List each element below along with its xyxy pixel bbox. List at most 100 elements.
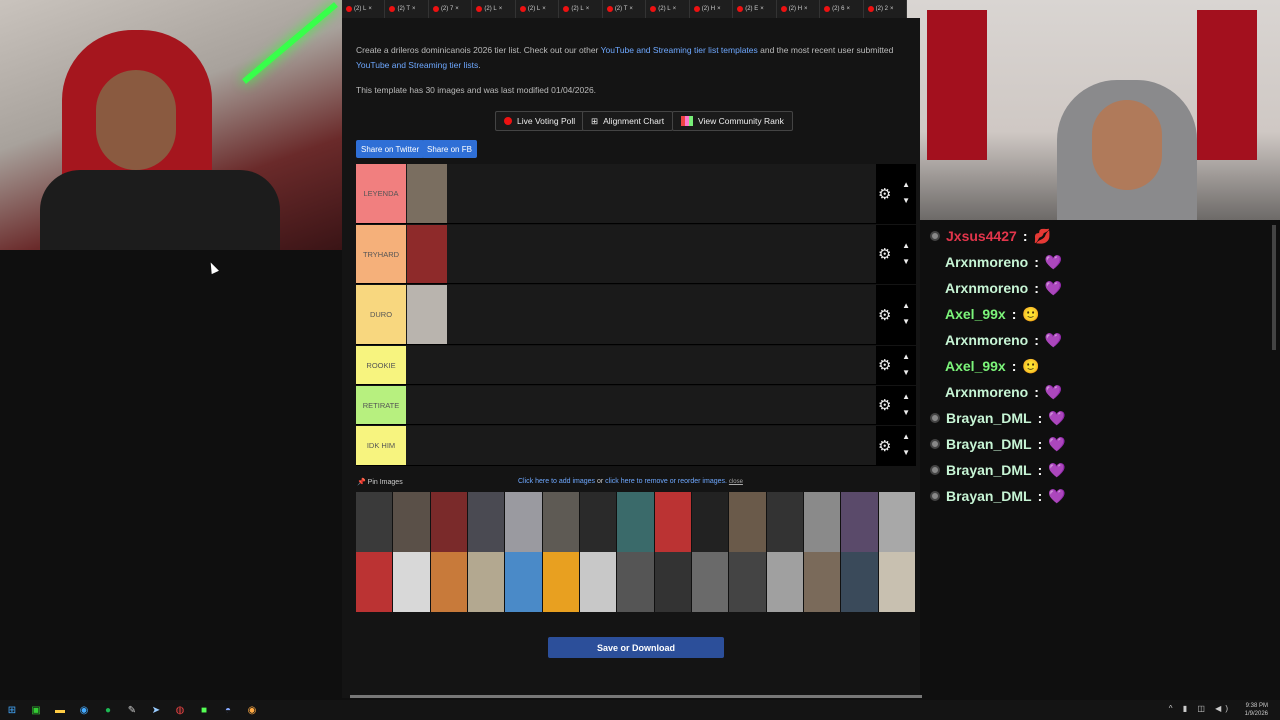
browser-tab[interactable]: (2) 6 ×	[820, 0, 864, 18]
chevron-up-icon[interactable]: ▲	[902, 392, 910, 401]
close-icon[interactable]: ×	[586, 6, 590, 12]
pool-image[interactable]	[505, 492, 543, 552]
tier-row[interactable]: LEYENDA ⚙ ▲ ▼	[356, 164, 916, 224]
tier-label[interactable]: RETIRATE	[356, 386, 406, 424]
pool-image[interactable]	[617, 552, 655, 612]
spotify-icon[interactable]: ●	[96, 700, 120, 720]
pool-image[interactable]	[654, 552, 692, 612]
pool-image[interactable]	[766, 552, 804, 612]
pool-image[interactable]	[467, 552, 506, 612]
pen-icon[interactable]: ✎	[120, 700, 144, 720]
reorder-images-link[interactable]: click here to remove or reorder images.	[605, 478, 727, 485]
close-icon[interactable]: ×	[847, 6, 851, 12]
browser-tab[interactable]: (2) H ×	[777, 0, 821, 18]
terminal-icon[interactable]: ▣	[24, 700, 48, 720]
pool-image[interactable]	[878, 552, 916, 612]
gear-icon[interactable]: ⚙	[878, 306, 891, 324]
user-tierlists-link[interactable]: YouTube and Streaming tier lists	[356, 60, 478, 70]
windows-start-icon[interactable]: ⊞	[0, 700, 24, 720]
gear-icon[interactable]: ⚙	[878, 396, 891, 414]
close-icon[interactable]: ×	[804, 6, 808, 12]
gear-icon[interactable]: ⚙	[878, 437, 891, 455]
app-icon[interactable]: ◍	[168, 700, 192, 720]
tier-row[interactable]: TRYHARD ⚙ ▲ ▼	[356, 225, 916, 284]
tier-image[interactable]	[407, 285, 447, 344]
chevron-down-icon[interactable]: ▼	[902, 368, 910, 377]
browser-icon[interactable]: ◉	[240, 700, 264, 720]
system-tray[interactable]: ^ ▮ ◫ ◀)	[1169, 704, 1232, 713]
alignment-chart-button[interactable]: ⊞ Alignment Chart	[582, 111, 674, 131]
pool-image[interactable]	[467, 492, 506, 552]
close-icon[interactable]: ×	[412, 6, 416, 12]
browser-tab[interactable]: (2) L ×	[472, 0, 516, 18]
browser-tab[interactable]: (2) E ×	[733, 0, 777, 18]
share-fb-button[interactable]: Share on FB	[422, 140, 477, 158]
save-download-button[interactable]: Save or Download	[548, 637, 724, 658]
add-images-link[interactable]: Click here to add images	[518, 478, 595, 485]
browser-tab[interactable]: (2) H ×	[690, 0, 734, 18]
pin-images-toggle[interactable]: 📌 Pin Images	[357, 478, 403, 486]
close-icon[interactable]: ×	[499, 6, 503, 12]
pool-image[interactable]	[393, 552, 431, 612]
pool-image[interactable]	[878, 492, 916, 552]
browser-tab[interactable]: (2) L ×	[559, 0, 603, 18]
pool-image[interactable]	[542, 492, 580, 552]
browser-tab[interactable]: (2) L ×	[342, 0, 386, 18]
pool-image[interactable]	[542, 552, 580, 612]
pool-image[interactable]	[430, 492, 468, 552]
tier-image[interactable]	[407, 164, 447, 223]
chevron-down-icon[interactable]: ▼	[902, 257, 910, 266]
tier-label[interactable]: IDK HIM	[356, 426, 406, 465]
tier-label[interactable]: TRYHARD	[356, 225, 406, 283]
pool-image[interactable]	[691, 552, 730, 612]
tier-label[interactable]: DURO	[356, 285, 406, 344]
tier-row[interactable]: DURO ⚙ ▲ ▼	[356, 285, 916, 345]
pool-image[interactable]	[766, 492, 804, 552]
browser-tab[interactable]: (2) 2 ×	[864, 0, 907, 18]
chevron-up-icon[interactable]: ▲	[902, 301, 910, 310]
close-icon[interactable]: ×	[542, 6, 546, 12]
pool-image[interactable]	[841, 492, 879, 552]
close-icon[interactable]: ×	[455, 6, 459, 12]
pool-image[interactable]	[505, 552, 543, 612]
pool-image[interactable]	[729, 492, 767, 552]
kick-icon[interactable]: ■	[192, 700, 216, 720]
close-icon[interactable]: ×	[717, 6, 721, 12]
share-twitter-button[interactable]: Share on Twitter	[356, 140, 425, 158]
pool-image[interactable]	[803, 552, 842, 612]
chevron-down-icon[interactable]: ▼	[902, 196, 910, 205]
close-icon[interactable]: ×	[673, 6, 677, 12]
browser-tab[interactable]: (2) L ×	[516, 0, 560, 18]
pool-image[interactable]	[356, 552, 394, 612]
browser-tab[interactable]: (2) T ×	[603, 0, 647, 18]
pool-image[interactable]	[579, 492, 618, 552]
browser-tab[interactable]: (2) L ×	[646, 0, 690, 18]
pool-image[interactable]	[729, 552, 767, 612]
pool-image[interactable]	[617, 492, 655, 552]
pool-image[interactable]	[654, 492, 692, 552]
vertical-scrollbar[interactable]	[1272, 225, 1276, 350]
tier-row[interactable]: IDK HIM ⚙ ▲ ▼	[356, 426, 916, 466]
clock[interactable]: 9:38 PM 1/9/2026	[1245, 702, 1268, 718]
folder-icon[interactable]: ▬	[48, 700, 72, 720]
browser-tab[interactable]: (2) T ×	[385, 0, 429, 18]
pool-image[interactable]	[579, 552, 618, 612]
tier-row[interactable]: ROOKIE ⚙ ▲ ▼	[356, 346, 916, 385]
chevron-up-icon[interactable]: ▲	[902, 432, 910, 441]
close-icon[interactable]: ×	[368, 6, 372, 12]
gear-icon[interactable]: ⚙	[878, 356, 891, 374]
chevron-down-icon[interactable]: ▼	[902, 317, 910, 326]
tier-image[interactable]	[407, 225, 447, 283]
pool-image[interactable]	[393, 492, 431, 552]
tier-label[interactable]: ROOKIE	[356, 346, 406, 384]
community-rank-button[interactable]: View Community Rank	[672, 111, 793, 131]
browser-tab[interactable]: (2) 7 ×	[429, 0, 473, 18]
live-voting-poll-button[interactable]: Live Voting Poll	[495, 111, 585, 131]
chevron-up-icon[interactable]: ▲	[902, 180, 910, 189]
youtube-templates-link[interactable]: YouTube and Streaming tier list template…	[601, 45, 758, 55]
chevron-up-icon[interactable]: ▲	[902, 241, 910, 250]
chevron-down-icon[interactable]: ▼	[902, 408, 910, 417]
pool-image[interactable]	[691, 492, 730, 552]
horizontal-scrollbar[interactable]	[350, 695, 922, 698]
tier-label[interactable]: LEYENDA	[356, 164, 406, 223]
